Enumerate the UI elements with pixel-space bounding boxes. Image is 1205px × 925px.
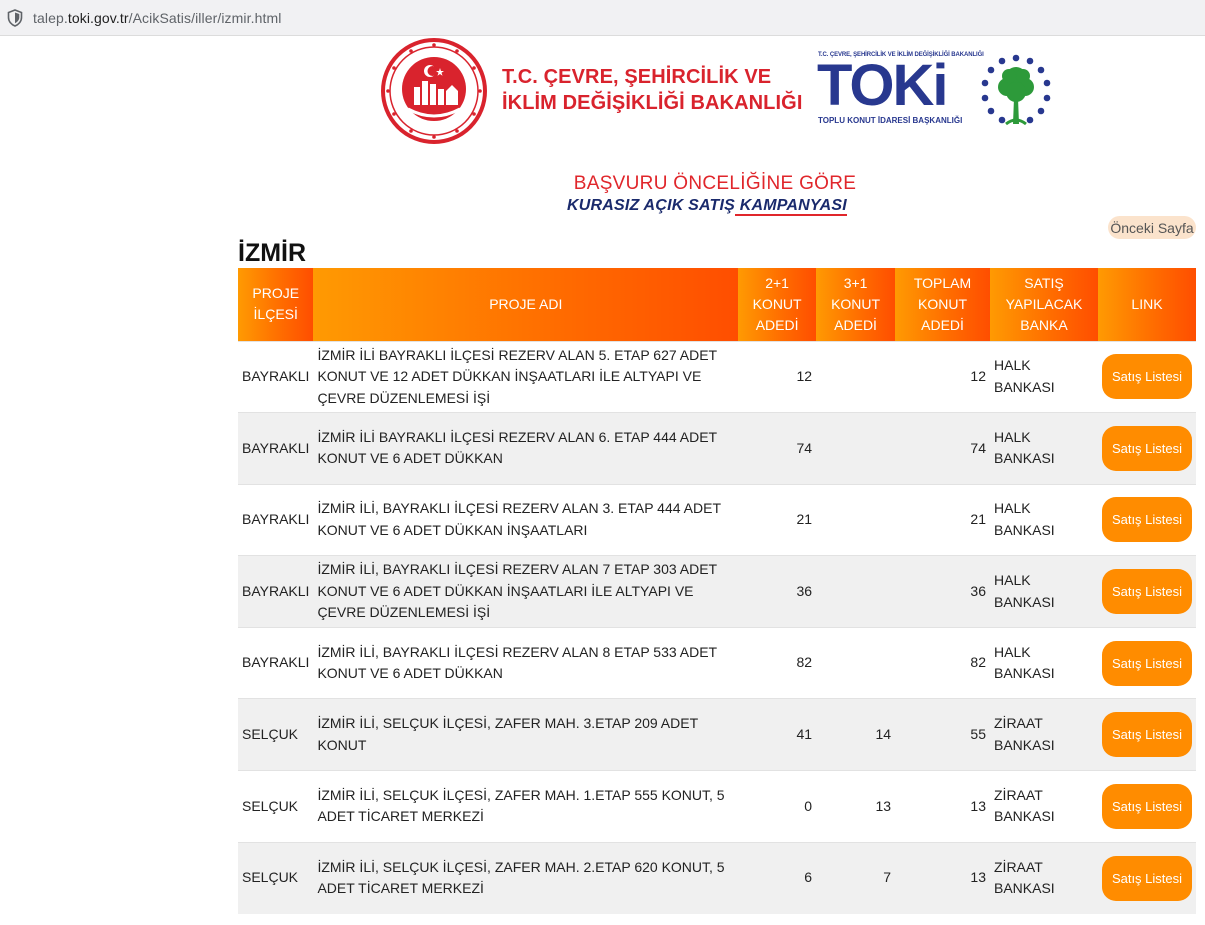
table-row: BAYRAKLI İZMİR İLİ, BAYRAKLI İLÇESİ REZE… (238, 483, 1196, 556)
campaign-subtitle: KURASIZ AÇIK SATIŞ KAMPANYASI (567, 197, 847, 216)
cell-2plus1: 74 (738, 412, 817, 485)
cell-toplam: 13 (895, 770, 990, 843)
satis-listesi-button[interactable]: Satış Listesi (1101, 354, 1192, 400)
cell-ilce: SELÇUK (238, 841, 314, 914)
cell-banka: ZİRAAT BANKASI (990, 698, 1098, 771)
cell-3plus1 (816, 340, 896, 413)
table-row: SELÇUK İZMİR İLİ, SELÇUK İLÇESİ, ZAFER M… (238, 698, 1196, 771)
cell-toplam: 74 (895, 412, 990, 485)
cell-proje-adi: İZMİR İLİ, SELÇUK İLÇESİ, ZAFER MAH. 3.E… (313, 698, 739, 771)
cell-proje-adi: İZMİR İLİ, SELÇUK İLÇESİ, ZAFER MAH. 1.E… (313, 770, 739, 843)
cell-ilce: BAYRAKLI (238, 340, 314, 413)
header-2plus1-adedi: 2+1 KONUT ADEDİ (738, 268, 817, 341)
cell-2plus1: 12 (738, 340, 817, 413)
cell-2plus1: 41 (738, 698, 817, 771)
cell-ilce: BAYRAKLI (238, 412, 314, 485)
cell-proje-adi: İZMİR İLİ BAYRAKLI İLÇESİ REZERV ALAN 5.… (313, 340, 739, 413)
cell-banka: ZİRAAT BANKASI (990, 770, 1098, 843)
cell-banka: HALK BANKASI (990, 555, 1098, 628)
cell-link: Satış Listesi (1097, 412, 1196, 485)
table-row: BAYRAKLI İZMİR İLİ BAYRAKLI İLÇESİ REZER… (238, 412, 1196, 485)
cell-ilce: SELÇUK (238, 698, 314, 771)
satis-listesi-button[interactable]: Satış Listesi (1101, 640, 1192, 686)
table-row: BAYRAKLI İZMİR İLİ, BAYRAKLI İLÇESİ REZE… (238, 626, 1196, 699)
toki-logo: T.C. ÇEVRE, ŞEHİRCİLİK VE İKLİM DEĞİŞİKL… (817, 52, 984, 125)
city-heading: İZMİR (238, 239, 307, 267)
cell-3plus1: 7 (816, 841, 896, 914)
header-proje-ilcesi: PROJE İLÇESİ (238, 268, 314, 341)
cell-toplam: 82 (895, 626, 990, 699)
cell-banka: HALK BANKASI (990, 483, 1098, 556)
previous-page-button[interactable]: Önceki Sayfa (1108, 216, 1196, 239)
tree-logo (981, 54, 1051, 126)
cell-banka: HALK BANKASI (990, 340, 1098, 413)
satis-listesi-button[interactable]: Satış Listesi (1101, 855, 1192, 901)
cell-3plus1: 13 (816, 770, 896, 843)
table-row: SELÇUK İZMİR İLİ, SELÇUK İLÇESİ, ZAFER M… (238, 770, 1196, 843)
cell-3plus1: 14 (816, 698, 896, 771)
cell-toplam: 13 (895, 841, 990, 914)
header-link: LINK (1097, 268, 1196, 341)
table-row: SELÇUK İZMİR İLİ, SELÇUK İLÇESİ, ZAFER M… (238, 841, 1196, 914)
satis-listesi-button[interactable]: Satış Listesi (1101, 783, 1192, 829)
shield-icon[interactable] (7, 8, 23, 27)
cell-2plus1: 6 (738, 841, 817, 914)
cell-link: Satış Listesi (1097, 483, 1196, 556)
cell-banka: HALK BANKASI (990, 626, 1098, 699)
cell-2plus1: 82 (738, 626, 817, 699)
cell-proje-adi: İZMİR İLİ, BAYRAKLI İLÇESİ REZERV ALAN 3… (313, 483, 739, 556)
cell-proje-adi: İZMİR İLİ BAYRAKLI İLÇESİ REZERV ALAN 6.… (313, 412, 739, 485)
cell-toplam: 55 (895, 698, 990, 771)
ministry-seal-logo (381, 38, 487, 144)
cell-ilce: BAYRAKLI (238, 483, 314, 556)
header-banka: SATIŞ YAPILACAK BANKA (990, 268, 1098, 341)
satis-listesi-button[interactable]: Satış Listesi (1101, 569, 1192, 615)
url-text[interactable]: talep.toki.gov.tr/AcikSatis/iller/izmir.… (33, 10, 281, 26)
cell-banka: HALK BANKASI (990, 412, 1098, 485)
header-toplam-adedi: TOPLAM KONUT ADEDİ (895, 268, 990, 341)
campaign-title: BAŞVURU ÖNCELİĞİNE GÖRE (573, 173, 857, 194)
satis-listesi-button[interactable]: Satış Listesi (1101, 425, 1192, 471)
cell-toplam: 36 (895, 555, 990, 628)
satis-listesi-button[interactable]: Satış Listesi (1101, 497, 1192, 543)
cell-link: Satış Listesi (1097, 555, 1196, 628)
cell-3plus1 (816, 626, 896, 699)
cell-2plus1: 0 (738, 770, 817, 843)
cell-3plus1 (816, 483, 896, 556)
cell-2plus1: 36 (738, 555, 817, 628)
cell-3plus1 (816, 412, 896, 485)
cell-link: Satış Listesi (1097, 340, 1196, 413)
cell-toplam: 21 (895, 483, 990, 556)
cell-link: Satış Listesi (1097, 770, 1196, 843)
cell-link: Satış Listesi (1097, 698, 1196, 771)
cell-proje-adi: İZMİR İLİ, SELÇUK İLÇESİ, ZAFER MAH. 2.E… (313, 841, 739, 914)
cell-ilce: BAYRAKLI (238, 626, 314, 699)
project-table: PROJE İLÇESİ PROJE ADI 2+1 KONUT ADEDİ 3… (238, 268, 1196, 914)
table-row: BAYRAKLI İZMİR İLİ BAYRAKLI İLÇESİ REZER… (238, 340, 1196, 413)
cell-link: Satış Listesi (1097, 626, 1196, 699)
table-header-row: PROJE İLÇESİ PROJE ADI 2+1 KONUT ADEDİ 3… (238, 268, 1196, 341)
cell-3plus1 (816, 555, 896, 628)
cell-link: Satış Listesi (1097, 841, 1196, 914)
cell-ilce: SELÇUK (238, 770, 314, 843)
cell-proje-adi: İZMİR İLİ, BAYRAKLI İLÇESİ REZERV ALAN 8… (313, 626, 739, 699)
cell-2plus1: 21 (738, 483, 817, 556)
cell-proje-adi: İZMİR İLİ, BAYRAKLI İLÇESİ REZERV ALAN 7… (313, 555, 739, 628)
table-row: BAYRAKLI İZMİR İLİ, BAYRAKLI İLÇESİ REZE… (238, 555, 1196, 628)
header-proje-adi: PROJE ADI (313, 268, 739, 341)
cell-ilce: BAYRAKLI (238, 555, 314, 628)
browser-url-bar[interactable]: talep.toki.gov.tr/AcikSatis/iller/izmir.… (0, 0, 1205, 36)
cell-banka: ZİRAAT BANKASI (990, 841, 1098, 914)
ministry-name: T.C. ÇEVRE, ŞEHİRCİLİK VE İKLİM DEĞİŞİKL… (502, 66, 803, 114)
header-3plus1-adedi: 3+1 KONUT ADEDİ (816, 268, 896, 341)
cell-toplam: 12 (895, 340, 990, 413)
satis-listesi-button[interactable]: Satış Listesi (1101, 712, 1192, 758)
